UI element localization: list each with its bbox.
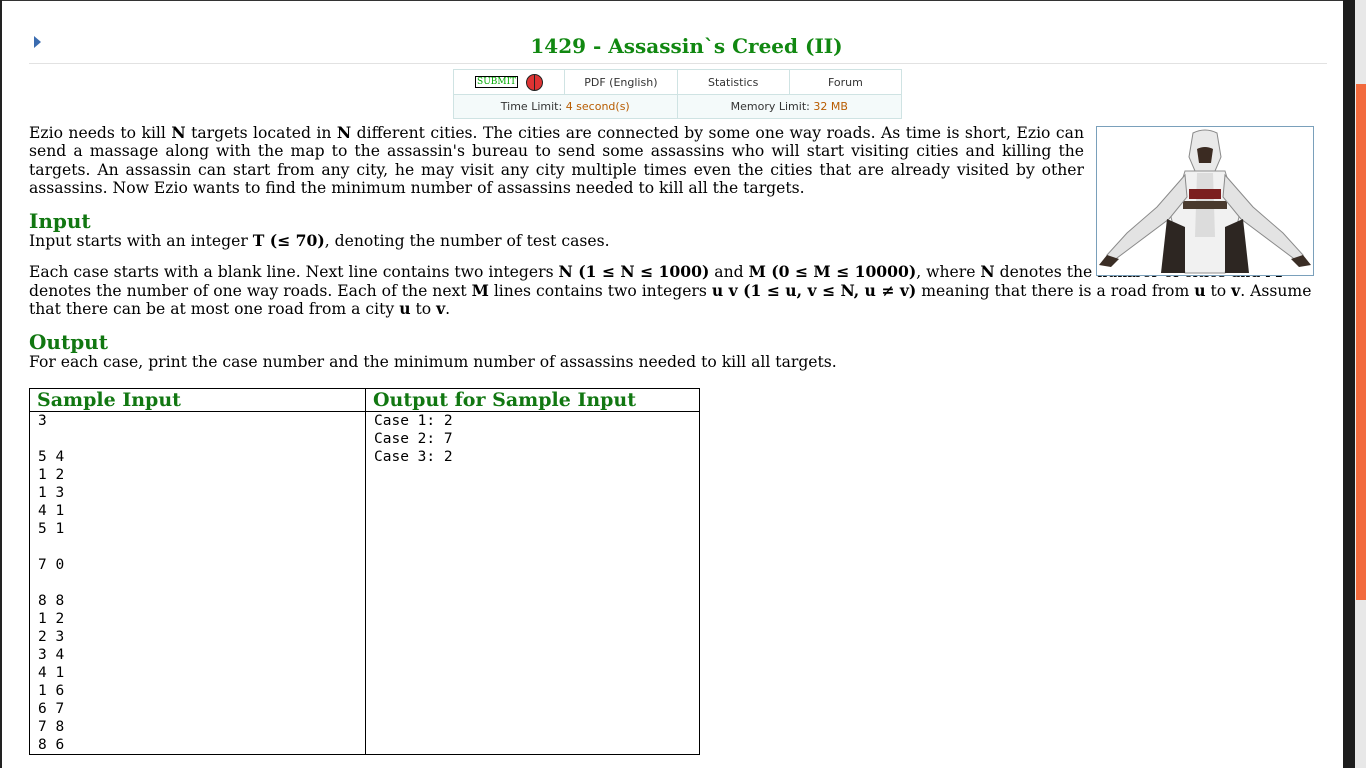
memory-limit-label: Memory Limit:	[730, 100, 810, 113]
sample-output-cell: Case 1: 2 Case 2: 7 Case 3: 2	[365, 411, 700, 755]
problem-page: 1429 - Assassin`s Creed (II) SUBMIT PDF …	[29, 0, 1327, 768]
text: Each case starts with a blank line. Next…	[29, 263, 559, 282]
var: N	[980, 262, 995, 282]
time-limit-label: Time Limit:	[500, 100, 563, 113]
var-n: N	[171, 123, 186, 142]
problem-title: 1429 - Assassin`s Creed (II)	[530, 34, 843, 58]
forum-link[interactable]: Forum	[788, 69, 903, 95]
time-limit-value: 4 second(s)	[565, 100, 630, 113]
text: lines contains two integers	[488, 281, 712, 300]
divider	[29, 63, 1327, 64]
sample-input: 3 5 4 1 2 1 3 4 1 5 1 7 0 8 8 1 2 2 3 3 …	[38, 413, 65, 753]
text: meaning that there is a road from	[916, 281, 1195, 300]
output-heading: Output	[29, 330, 108, 355]
ladybug-icon[interactable]	[526, 73, 544, 91]
statement-paragraph: Ezio needs to kill N targets located in …	[29, 123, 1084, 197]
pdf-link[interactable]: PDF (English)	[564, 69, 678, 95]
sample-output: Case 1: 2 Case 2: 7 Case 3: 2	[374, 413, 453, 465]
var: M	[471, 280, 489, 300]
var: u v (1 ≤ u, v ≤ N, u ≠ v)	[711, 280, 917, 300]
memory-limit: Memory Limit: 32 MB	[676, 94, 903, 119]
problem-statement: Ezio needs to kill N targets located in …	[29, 123, 1327, 372]
sample-output-header: Output for Sample Input	[365, 388, 700, 412]
text: .	[445, 300, 451, 319]
sample-input-header: Sample Input	[29, 388, 366, 412]
submit-cell: SUBMIT	[452, 69, 566, 95]
var-n: N	[336, 123, 352, 142]
scrollbar-thumb[interactable]	[1356, 84, 1366, 600]
text: denotes the number of one way roads. Eac…	[29, 281, 472, 300]
sample-table: Sample Input Output for Sample Input 3 5…	[29, 388, 700, 755]
text: , where	[916, 263, 981, 282]
text: targets located in	[185, 124, 337, 142]
var: N (1 ≤ N ≤ 1000)	[558, 262, 710, 282]
assassin-illustration	[1096, 126, 1314, 276]
text: , denoting the number of test cases.	[324, 232, 610, 251]
var-t: T (≤ 70)	[252, 231, 325, 251]
memory-limit-value: 32 MB	[813, 100, 848, 113]
var: v	[1231, 280, 1241, 300]
statistics-link[interactable]: Statistics	[676, 69, 790, 95]
sample-input-cell: 3 5 4 1 2 1 3 4 1 5 1 7 0 8 8 1 2 2 3 3 …	[29, 411, 366, 755]
text: Input starts with an integer	[29, 232, 253, 251]
output-paragraph: For each case, print the case number and…	[29, 353, 837, 372]
time-limit: Time Limit: 4 second(s)	[453, 94, 678, 119]
submit-button[interactable]: SUBMIT	[475, 76, 519, 88]
text: to	[1205, 281, 1232, 300]
var: v	[436, 299, 446, 319]
problem-toolbar: SUBMIT PDF (English) Statistics Forum Ti…	[452, 69, 903, 119]
text: to	[410, 300, 437, 319]
text: and	[709, 263, 749, 282]
var: u	[1194, 280, 1206, 300]
window-left-border	[0, 0, 2, 768]
text: Ezio needs to kill	[29, 124, 172, 142]
var: M (0 ≤ M ≤ 10000)	[748, 262, 917, 282]
var: u	[399, 299, 411, 319]
